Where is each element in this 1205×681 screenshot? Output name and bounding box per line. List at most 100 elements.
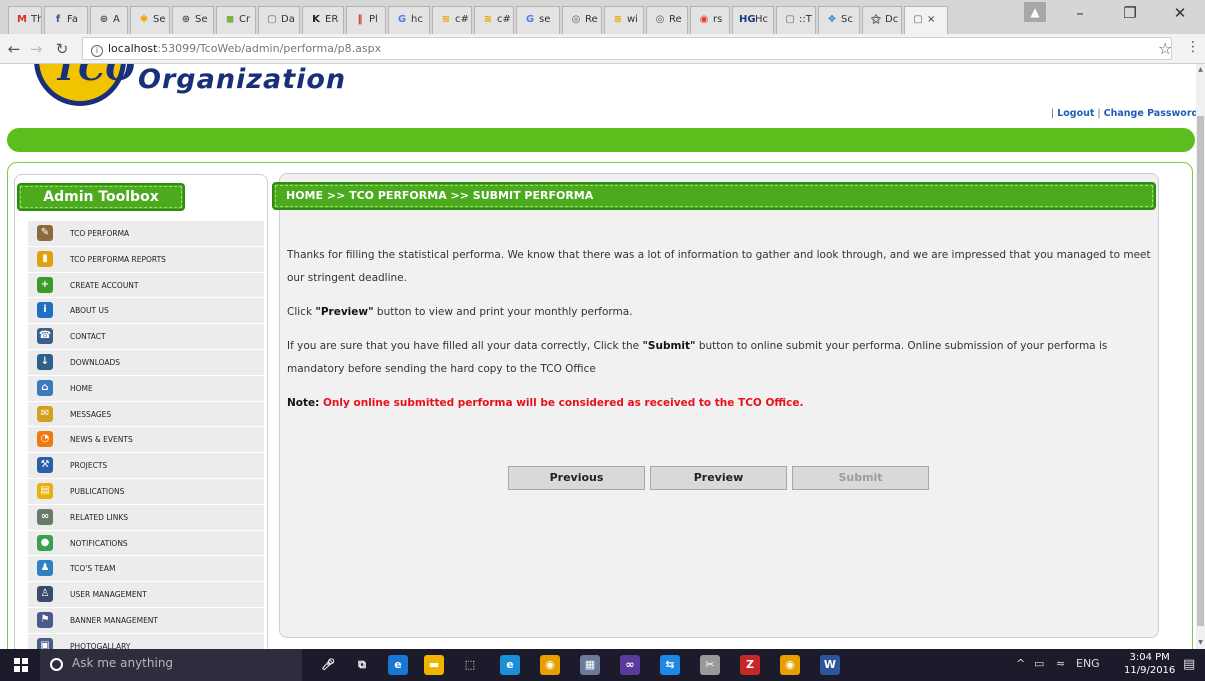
tab-title: Re — [585, 14, 598, 25]
sidebar-item-label: MESSAGES — [70, 409, 112, 419]
change-password-link[interactable]: Change Password — [1104, 108, 1196, 119]
url-input[interactable]: i localhost:53099/TcoWeb/admin/performa/p… — [82, 37, 1172, 60]
sidebar-item[interactable]: ▤ PUBLICATIONS — [28, 478, 264, 505]
browser-tab[interactable]: Gse — [516, 6, 560, 34]
browser-tab[interactable]: ⊛ Se — [172, 6, 214, 34]
browser-tab[interactable]: ≋ c# — [432, 6, 472, 34]
teamviewer-icon[interactable]: ⇆ — [660, 655, 680, 675]
download-icon: ↓ — [37, 353, 53, 370]
chrome-icon-2[interactable]: ◉ — [780, 655, 800, 675]
sidebar-item[interactable]: ↓ DOWNLOADS — [28, 349, 264, 376]
task-view-icon[interactable]: ⧉ — [352, 655, 372, 675]
tab-title: c# — [497, 14, 511, 25]
kebab-menu-icon[interactable]: ⋮ — [1186, 39, 1200, 55]
wifi-icon[interactable]: ≈ — [1056, 657, 1065, 670]
scroll-up-icon[interactable]: ▲ — [1196, 66, 1205, 73]
browser-tab[interactable]: ⊛ A — [90, 6, 128, 34]
sidebar-item[interactable]: ∞ RELATED LINKS — [28, 504, 264, 531]
edge-browser-icon[interactable]: e — [388, 655, 408, 675]
house-icon: ⌂ — [37, 379, 53, 396]
browser-tab[interactable]: ⚝ Dc — [862, 6, 902, 34]
sidebar-item[interactable]: ◔ NEWS & EVENTS — [28, 427, 264, 454]
back-arrow-icon[interactable]: ← — [4, 39, 24, 59]
project-tools-icon: ⚒ — [37, 457, 53, 474]
browser-tab[interactable]: ❖ Sc — [818, 6, 860, 34]
forward-arrow-icon[interactable]: → — [26, 39, 46, 59]
network-icon[interactable]: ▭ — [1034, 657, 1044, 670]
browser-tab[interactable]: M Th — [8, 6, 42, 34]
sidebar-item[interactable]: ⚒ PROJECTS — [28, 453, 264, 479]
sidebar-item[interactable]: + CREATE ACCOUNT — [28, 272, 264, 299]
sidebar-item[interactable]: ⚑ BANNER MANAGEMENT — [28, 607, 264, 634]
scroll-down-icon[interactable]: ▼ — [1196, 639, 1205, 646]
browser-tab[interactable]: ◎ Re — [562, 6, 602, 34]
browser-tab[interactable]: ◉ rs — [690, 6, 730, 34]
filezilla-icon[interactable]: Z — [740, 655, 760, 675]
browser-tab[interactable]: ◼ Cr — [216, 6, 256, 34]
sidebar-item[interactable]: ▮ TCO PERFORMA REPORTS — [28, 246, 264, 273]
action-center-icon[interactable]: ▤ — [1183, 657, 1195, 672]
page-scrollbar[interactable]: ▲ ▼ — [1196, 64, 1205, 649]
browser-tab[interactable]: Ghc — [388, 6, 430, 34]
banner-figure-icon: ⚑ — [37, 611, 53, 628]
windows-taskbar: Ask me anything ^ ▭ ≈ ENG 3:04 PM 11/9/2… — [0, 649, 1205, 681]
word-icon[interactable]: W — [820, 655, 840, 675]
internet-explorer-icon[interactable]: e — [500, 655, 520, 675]
cortana-search-box[interactable]: Ask me anything — [40, 649, 302, 681]
sidebar-item[interactable]: ● NOTIFICATIONS — [28, 530, 264, 557]
close-window-button[interactable]: ✕ — [1160, 2, 1200, 26]
sidebar-item[interactable]: ♟ TCO'S TEAM — [28, 556, 264, 583]
sidebar-item[interactable]: ☎ CONTACT — [28, 324, 264, 350]
browser-tab[interactable]: ≋ wi — [604, 6, 644, 34]
sidebar-item[interactable]: i ABOUT US — [28, 298, 264, 325]
browser-tab[interactable]: ✱ Se — [130, 6, 170, 34]
browser-tab[interactable]: ▢ × — [904, 6, 948, 34]
sidebar-item-label: TCO PERFORMA REPORTS — [70, 254, 166, 264]
preview-instruction: Click "Preview" button to view and print… — [287, 306, 633, 318]
url-path: :53099/TcoWeb/admin/performa/p8.aspx — [157, 42, 382, 55]
sidebar-item-label: DOWNLOADS — [70, 357, 121, 367]
minimize-button[interactable]: – — [1060, 2, 1100, 26]
sidebar-item[interactable]: ✉ MESSAGES — [28, 401, 264, 428]
browser-tab[interactable]: ‖ Pl — [346, 6, 386, 34]
browser-tab[interactable]: K ER — [302, 6, 344, 34]
reload-icon[interactable]: ↻ — [52, 39, 72, 59]
site-info-icon[interactable]: i — [91, 45, 103, 57]
infinity-app-icon[interactable]: ∞ — [620, 655, 640, 675]
preview-button[interactable]: Preview — [650, 466, 787, 490]
tray-chevron-icon[interactable]: ^ — [1016, 657, 1025, 670]
header-links: | Logout | Change Password — [1048, 108, 1196, 119]
organization-title: Organization — [138, 64, 347, 95]
browser-profile-icon[interactable]: ▲ — [1024, 2, 1046, 22]
cortana-search-placeholder: Ask me anything — [72, 656, 174, 670]
logo-text: TCO — [53, 64, 135, 89]
submit-button[interactable]: Submit — [792, 466, 929, 490]
tools-icon[interactable]: ✂ — [700, 655, 720, 675]
windows-start-icon[interactable] — [14, 658, 28, 672]
system-clock[interactable]: 3:04 PM 11/9/2016 — [1124, 651, 1175, 677]
browser-tab[interactable]: ◎ Re — [646, 6, 688, 34]
maximize-button[interactable]: ❐ — [1110, 2, 1150, 26]
language-indicator[interactable]: ENG — [1076, 657, 1100, 670]
chrome-icon[interactable]: ◉ — [540, 655, 560, 675]
browser-tab[interactable]: HGHc — [732, 6, 774, 34]
sidebar-item[interactable]: ✎ TCO PERFORMA — [28, 221, 264, 247]
sidebar-item-label: PHOTOGALLARY — [70, 641, 131, 649]
microphone-icon[interactable]: 🎤︎ — [318, 655, 338, 675]
browser-tab[interactable]: f Fa — [44, 6, 88, 34]
file-explorer-icon[interactable]: ▬ — [424, 655, 444, 675]
browser-tab[interactable]: ▢ Da — [258, 6, 300, 34]
previous-button[interactable]: Previous — [508, 466, 645, 490]
sidebar-item[interactable]: ♙ USER MANAGEMENT — [28, 582, 264, 608]
sidebar-item[interactable]: ⌂ HOME — [28, 375, 264, 402]
browser-tab[interactable]: ≋ c# — [474, 6, 514, 34]
scrollbar-thumb[interactable] — [1197, 116, 1204, 626]
admin-toolbox-title: Admin Toolbox — [17, 183, 185, 211]
store-bag-icon[interactable]: ⬚ — [460, 655, 480, 675]
chain-link-icon: ∞ — [37, 508, 53, 525]
browser-tab[interactable]: ▢::T — [776, 6, 816, 34]
logout-link[interactable]: Logout — [1057, 108, 1094, 119]
sql-server-icon[interactable]: ▦ — [580, 655, 600, 675]
bookmark-star-icon[interactable]: ☆ — [1158, 39, 1172, 58]
sidebar-item[interactable]: ▣ PHOTOGALLARY — [28, 633, 264, 649]
